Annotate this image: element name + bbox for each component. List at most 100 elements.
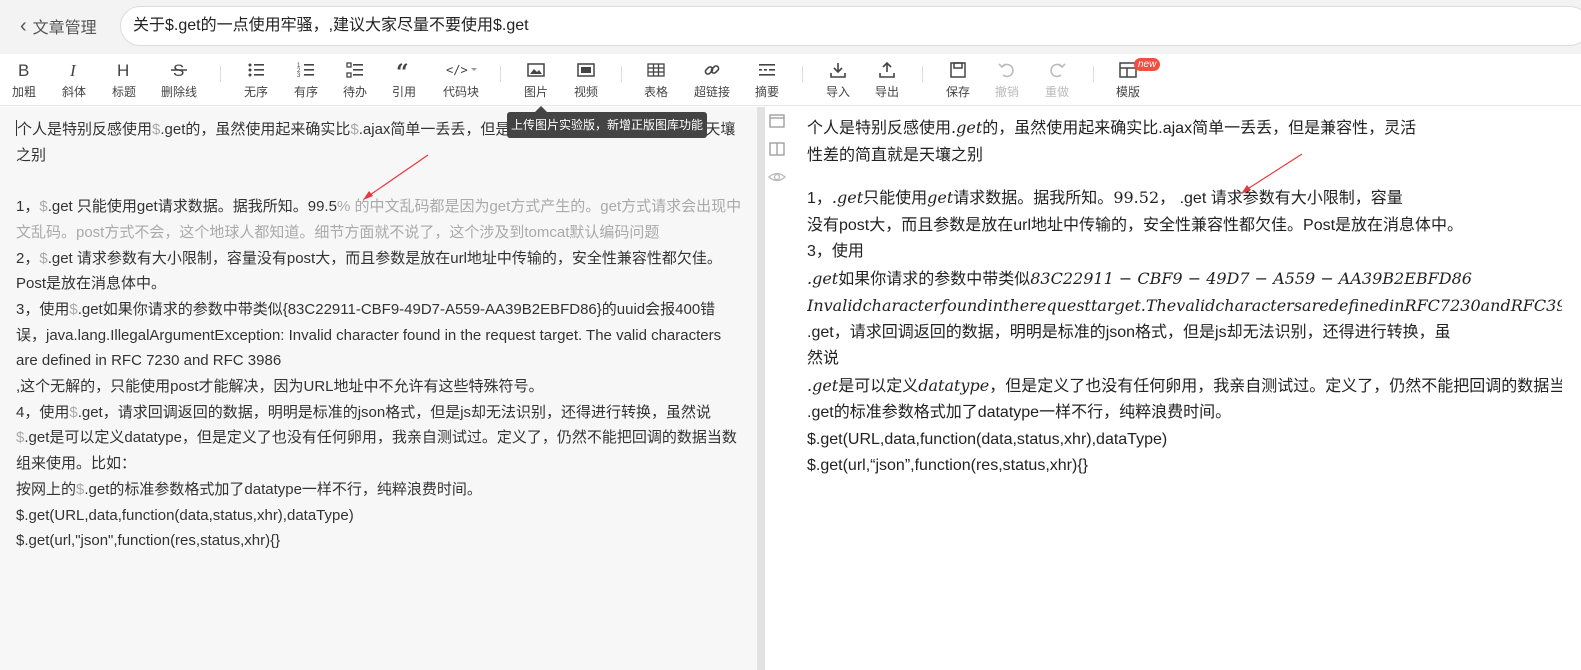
redo-button[interactable]: 重做 [1033,58,1081,104]
editor-empty-line [16,168,742,194]
editor-code-line: $.get(url,"json",function(res,status,xhr… [16,532,281,550]
toolbar-divider [922,66,923,82]
image-icon [527,63,545,77]
export-icon [879,61,895,78]
code-block-label: 代码块 [442,85,479,99]
editor-content[interactable]: 个人是特别反感使用$.get的，虽然使用起来确实比$.ajax简单一丢丢，但是兼… [16,117,742,554]
ordered-list-button[interactable]: 123 有序 [282,58,330,104]
editor-paragraph: 2，$.get 请求参数有大小限制，容量没有post大，而且参数是放在url地址… [16,249,722,293]
summary-label: 摘要 [754,85,779,99]
preview-math-line: Invalidcharacterfoundintherequesttarget.… [807,296,1562,315]
toolbar-divider [621,66,622,82]
image-label: 图片 [523,85,548,99]
redo-label: 重做 [1044,85,1069,99]
toolbar-divider [220,66,221,82]
toolbar-divider [802,66,803,82]
heading-label: 标题 [111,85,136,99]
article-title-input[interactable]: 关于$.get的一点使用牢骚，,建议大家尽量不要使用$.get [120,6,1581,46]
bold-icon: B [18,61,29,80]
image-upload-tooltip: 上传图片实验版，新增正版图库功能 [507,106,707,138]
video-label: 视频 [573,85,598,99]
save-button[interactable]: 保存 [934,58,982,104]
link-button[interactable]: 超链接 [688,58,736,104]
editor-paragraph: 4，使用$.get，请求回调返回的数据，明明是标准的json格式，但是js却无法… [16,403,737,473]
preview-spacer [807,169,1562,185]
svg-text:B: B [18,61,29,80]
svg-text:H: H [117,61,129,80]
unordered-list-icon [248,63,264,77]
toolbar-divider [500,66,501,82]
save-label: 保存 [945,85,970,99]
save-icon [950,62,966,78]
undo-icon [998,63,1014,78]
svg-text:I: I [69,61,77,80]
preview-math-line: .get是可以定义datatype，但是定义了也没有任何卵用，我亲自测试过。定义… [807,375,1562,395]
svg-text:3: 3 [297,73,301,79]
table-label: 表格 [643,85,668,99]
quote-label: 引用 [391,85,416,99]
preview-line: 1，.get只能使用get请求数据。据我所知。99.52， .get 请求参数有… [807,188,1403,207]
undo-button[interactable]: 撤销 [983,58,1031,104]
template-button[interactable]: new 模版 [1104,58,1161,104]
italic-button[interactable]: I 斜体 [50,58,98,104]
preview-eye-icon[interactable] [768,168,788,196]
import-button[interactable]: 导入 [814,58,862,104]
export-label: 导出 [874,85,899,99]
video-icon [577,63,595,77]
header-bar: ‹ 文章管理 关于$.get的一点使用牢骚，,建议大家尽量不要使用$.get [0,0,1581,54]
editor-code-line: $.get(URL,data,function(data,status,xhr)… [16,506,354,524]
back-label: 文章管理 [32,20,97,37]
svg-text:</>: </> [446,63,468,77]
preview-line: 性差的简直就是天壤之别 [807,146,984,164]
todo-list-icon [346,62,363,78]
preview-line: 个人是特别反感使用.get的，虽然使用起来确实比.ajax简单一丢丢，但是兼容性… [807,118,1417,137]
preview-line: 3，使用 [807,243,864,260]
preview-scrollbar[interactable] [1562,107,1581,670]
preview-side-controls [768,112,788,196]
heading-button[interactable]: H 标题 [100,58,148,104]
heading-icon: H [117,61,129,80]
link-icon [704,65,720,75]
code-block-icon: </> [446,63,477,77]
export-button[interactable]: 导出 [863,58,911,104]
editor-paragraph: 3，使用$.get如果你请求的参数中带类似{83C22911-CBF9-49D7… [16,300,722,370]
undo-label: 撤销 [994,85,1019,99]
import-label: 导入 [825,85,850,99]
back-button[interactable]: ‹ 文章管理 [20,14,97,38]
preview-code-line: $.get(url,“json”,function(res,status,xhr… [807,457,1089,474]
video-button[interactable]: 视频 [562,58,610,104]
new-badge: new [1134,58,1161,71]
preview-code-line: $.get(URL,data,function(data,status,xhr)… [807,430,1168,448]
strikethrough-icon: S [171,61,187,80]
link-label: 超链接 [693,85,730,99]
unordered-list-button[interactable]: 无序 [232,58,280,104]
bold-label: 加粗 [11,85,36,99]
table-button[interactable]: 表格 [632,58,680,104]
quote-button[interactable]: “ 引用 [380,58,428,104]
markdown-editor[interactable]: 个人是特别反感使用$.get的，虽然使用起来确实比$.ajax简单一丢丢，但是兼… [0,107,757,670]
bold-button[interactable]: B 加粗 [0,58,48,104]
strikethrough-label: 删除线 [160,85,197,99]
layout-single-icon[interactable] [768,112,788,140]
chevron-left-icon: ‹ [20,15,27,37]
layout-split-icon[interactable] [768,140,788,168]
pane-resize-handle[interactable] [757,107,765,670]
table-icon [647,63,665,77]
template-label: 模版 [1115,85,1140,99]
todo-list-button[interactable]: 待办 [331,58,379,104]
editor-toolbar: B 加粗 I 斜体 H 标题 S 删除线 无序 123 有序 待办 “ 引用 <… [0,54,1581,106]
code-block-button[interactable]: </> 代码块 [436,58,486,104]
image-button[interactable]: 图片 [512,58,560,104]
redo-icon [1050,63,1066,78]
editor-paragraph: 按网上的$.get的标准参数格式加了datatype一样不行，纯粹浪费时间。 [16,480,482,498]
todo-list-label: 待办 [342,85,367,99]
ordered-list-label: 有序 [293,85,318,99]
editor-paragraph: ,这个无解的，只能使用post才能解决，因为URL地址中不允许有这些特殊符号。 [16,378,544,396]
italic-label: 斜体 [61,85,86,99]
summary-button[interactable]: 摘要 [743,58,791,104]
ordered-list-icon: 123 [297,63,314,79]
strikethrough-button[interactable]: S 删除线 [155,58,203,104]
preview-math-line: .get如果你请求的参数中带类似83C22911 − CBF9 − 49D7 −… [807,268,1472,288]
import-icon [830,63,846,78]
preview-line: 没有post大，而且参数是放在url地址中传输的，安全性兼容性都欠佳。Post是… [807,216,1464,234]
